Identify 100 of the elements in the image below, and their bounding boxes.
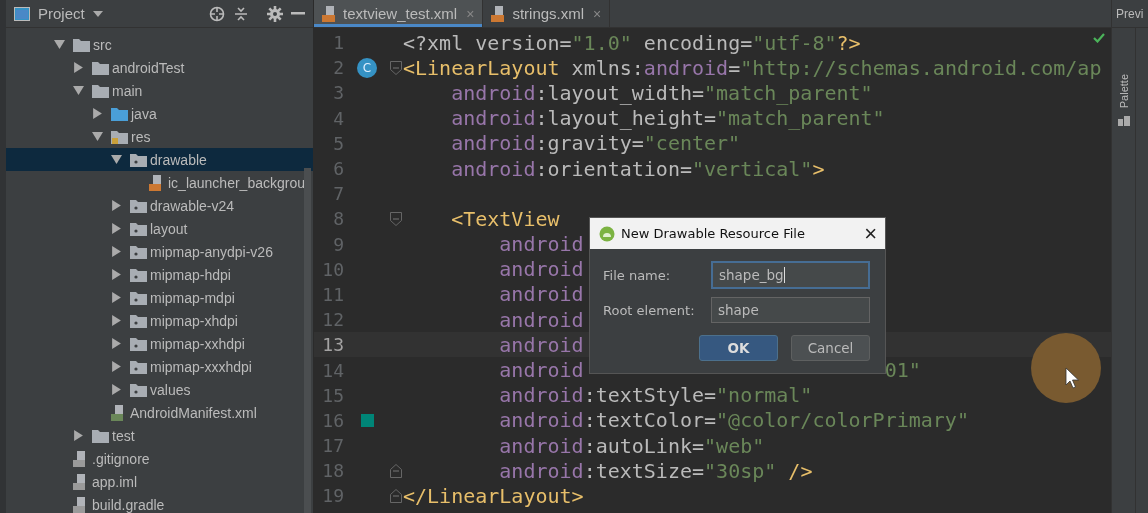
collapsed-arrow-icon[interactable] [111, 315, 122, 326]
expanded-arrow-icon[interactable] [92, 131, 103, 142]
palette-icon [1117, 114, 1130, 127]
tree-item[interactable]: src [6, 33, 313, 56]
code-line: android:layout_height="match_parent" [450, 106, 885, 131]
expanded-arrow-icon[interactable] [54, 39, 65, 50]
collapsed-arrow-icon[interactable] [111, 223, 122, 234]
collapsed-arrow-icon[interactable] [111, 246, 122, 257]
line-number: 5 [332, 132, 344, 154]
code-line: <?xml version="1.0" encoding="utf-8"?> [403, 30, 861, 55]
line-number: 17 [321, 435, 344, 457]
check-icon [1093, 33, 1105, 43]
line-number: 18 [321, 460, 344, 482]
settings-icon[interactable] [267, 5, 283, 22]
editor-tab[interactable]: strings.xml × [483, 0, 611, 27]
input-field[interactable]: shape [711, 297, 870, 323]
tree-item[interactable]: drawable [6, 148, 313, 171]
folder-icon [130, 336, 147, 351]
folder-icon [92, 60, 109, 75]
code-line: android:textSize="30sp" /> [498, 458, 813, 483]
cancel-button[interactable]: Cancel [791, 335, 870, 361]
line-number: 9 [332, 233, 344, 255]
panel-title[interactable]: Previ [1116, 6, 1144, 21]
tree-label: mipmap-mdpi [150, 289, 235, 306]
tree-item[interactable]: ic_launcher_backgrou [6, 171, 313, 194]
close-icon[interactable]: × [593, 5, 602, 22]
folder-icon [92, 83, 109, 98]
tree-item[interactable]: layout [6, 217, 313, 240]
tree-item[interactable]: build.gradle [6, 493, 313, 513]
tree-item[interactable]: res [6, 125, 313, 148]
scrollbar[interactable] [304, 168, 311, 513]
collapsed-arrow-icon[interactable] [111, 361, 122, 372]
window-icon [14, 6, 30, 21]
line-number: 8 [332, 208, 344, 230]
tree-item[interactable]: mipmap-anydpi-v26 [6, 240, 313, 263]
fold-end-icon[interactable] [390, 488, 402, 503]
tree-item[interactable]: main [6, 79, 313, 102]
close-icon[interactable]: × [864, 220, 877, 247]
line-number: 2 [332, 57, 344, 79]
tree-item[interactable]: java [6, 102, 313, 125]
tree-item[interactable]: drawable-v24 [6, 194, 313, 217]
tree-item[interactable]: mipmap-xxhdpi [6, 332, 313, 355]
tree-label: mipmap-anydpi-v26 [150, 243, 273, 260]
tree-label: test [112, 427, 135, 444]
dropdown-caret-icon[interactable] [92, 10, 103, 17]
collapsed-arrow-icon[interactable] [73, 430, 84, 441]
editor-tab[interactable]: textview_test.xml × [314, 0, 484, 27]
minimize-icon[interactable] [291, 11, 305, 16]
expanded-arrow-icon[interactable] [111, 154, 122, 165]
tree-item[interactable]: mipmap-xxxhdpi [6, 355, 313, 378]
ok-button[interactable]: OK [699, 335, 778, 361]
tree-item[interactable]: .gitignore [6, 447, 313, 470]
tree-label: mipmap-hdpi [150, 266, 231, 283]
tree-label: main [112, 82, 143, 99]
tree-label: androidTest [112, 59, 185, 76]
collapsed-arrow-icon[interactable] [111, 384, 122, 395]
tree-label: src [93, 36, 112, 53]
code-line: android:textStyle="normal" [498, 383, 813, 408]
collapsed-arrow-icon[interactable] [73, 62, 84, 73]
line-number: 14 [321, 359, 344, 381]
tool-window-tab[interactable]: Palette [1112, 70, 1135, 131]
collapsed-arrow-icon[interactable] [111, 338, 122, 349]
input-field[interactable]: shape_bg [711, 261, 870, 289]
tree-item[interactable]: androidTest [6, 56, 313, 79]
tree-label: .gitignore [92, 450, 150, 467]
fold-end-icon[interactable] [390, 463, 402, 478]
tree-item[interactable]: test [6, 424, 313, 447]
tree-label: drawable [150, 151, 207, 168]
tree-item[interactable]: mipmap-hdpi [6, 263, 313, 286]
folder-icon [130, 221, 147, 236]
tree-item[interactable]: values [6, 378, 313, 401]
fold-start-icon[interactable] [390, 211, 402, 226]
line-number: 19 [321, 485, 344, 507]
folder-icon [130, 313, 147, 328]
line-number: 12 [321, 309, 344, 331]
line-number: 16 [321, 409, 344, 431]
dialog-title: New Drawable Resource File [621, 226, 806, 241]
expanded-arrow-icon[interactable] [73, 85, 84, 96]
line-number: 3 [332, 82, 344, 104]
folder-icon [111, 129, 128, 144]
collapsed-arrow-icon[interactable] [111, 200, 122, 211]
tree-label: java [131, 105, 157, 122]
tree-item[interactable]: mipmap-mdpi [6, 286, 313, 309]
tree-label: mipmap-xxxhdpi [150, 358, 252, 375]
tree-item[interactable]: app.iml [6, 470, 313, 493]
code-line: </LinearLayout> [403, 483, 584, 508]
code-line: android:orientation="vertical"> [450, 156, 825, 181]
folder-icon [130, 290, 147, 305]
collapsed-arrow-icon[interactable] [92, 108, 103, 119]
collapse-icon[interactable] [233, 5, 249, 22]
collapsed-arrow-icon[interactable] [111, 269, 122, 280]
panel-title[interactable]: Project [38, 5, 85, 22]
collapsed-arrow-icon[interactable] [111, 292, 122, 303]
folder-icon [130, 382, 147, 397]
fold-start-icon[interactable] [390, 60, 402, 75]
line-number: 4 [332, 107, 344, 129]
tree-item[interactable]: mipmap-xhdpi [6, 309, 313, 332]
tree-item[interactable]: AndroidManifest.xml [6, 401, 313, 424]
line-number: 11 [321, 283, 344, 305]
crosshair-icon[interactable] [209, 5, 225, 22]
